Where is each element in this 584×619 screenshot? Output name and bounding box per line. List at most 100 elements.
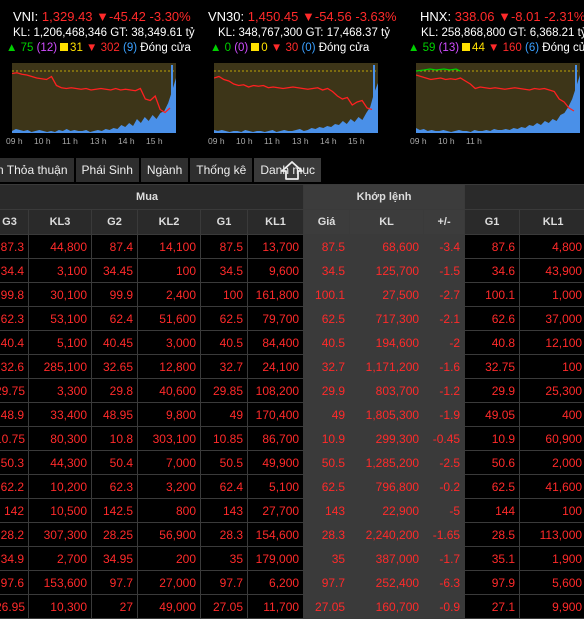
unchanged-count: 0 bbox=[261, 42, 268, 54]
table-cell: 10.8 bbox=[91, 426, 138, 451]
column-header[interactable]: KL2 bbox=[137, 209, 201, 235]
ceiling-count: (13) bbox=[438, 42, 460, 54]
table-cell: -6.3 bbox=[423, 570, 466, 595]
table-cell: 56,900 bbox=[137, 522, 201, 547]
table-cell: -1.9 bbox=[423, 402, 466, 427]
table-cell: 143 bbox=[303, 498, 351, 523]
table-cell: 53,100 bbox=[28, 306, 92, 331]
chart-x-label: 10 h bbox=[236, 136, 253, 146]
column-header[interactable]: +/- bbox=[423, 209, 466, 235]
column-header[interactable]: G1 bbox=[464, 209, 521, 235]
table-cell: 49 bbox=[200, 402, 248, 427]
down-arrow-icon: ▼ bbox=[96, 9, 110, 24]
table-cell: 62.6 bbox=[464, 306, 521, 331]
table-cell: 99.9 bbox=[91, 282, 138, 307]
table-cell: 252,400 bbox=[349, 570, 425, 595]
table-cell: 34.45 bbox=[91, 258, 138, 283]
column-header[interactable]: Giá bbox=[303, 209, 351, 235]
closing-volume-bar bbox=[575, 65, 577, 133]
table-cell: 51,600 bbox=[137, 306, 201, 331]
table-row[interactable]: 34.9 2,700 34.95 200 35 179,000 35 387,000 -1.7 3… bbox=[0, 546, 584, 571]
table-row[interactable]: 97.6 153,600 97.7 27,000 97.7 6,200 97.7 252,40… bbox=[0, 570, 584, 595]
down-arrow-icon: ▼ bbox=[302, 9, 315, 24]
table-row[interactable]: 26.9510,3002749,00027.0511,70027.05160,7… bbox=[0, 594, 584, 619]
table-cell: -2.5 bbox=[423, 450, 466, 475]
chart-x-label: 13 h bbox=[292, 136, 309, 146]
table-cell: -1.6 bbox=[423, 354, 466, 379]
table-cell: 35.1 bbox=[464, 546, 521, 571]
table-row[interactable]: 99.8 30,100 99.9 2,400 100 161,800 100.1 27,500… bbox=[0, 282, 584, 307]
table-row[interactable]: 34.4 3,100 34.45 100 34.5 9,600 34.5 125,700 -1.… bbox=[0, 258, 584, 283]
intraday-chart[interactable] bbox=[416, 63, 580, 133]
index-change: -8.01 bbox=[510, 9, 541, 24]
index-panel-vn30[interactable]: VN30: 1,450.45 ▼-54.56 -3.63% KL: 348,76… bbox=[205, 0, 405, 154]
column-header[interactable]: KL1 bbox=[246, 209, 305, 235]
table-cell: 25,300 bbox=[519, 378, 584, 403]
table-cell: 87.4 bbox=[91, 234, 138, 259]
table-cell: 60,900 bbox=[519, 426, 584, 451]
index-pct: -3.63% bbox=[355, 9, 397, 24]
table-cell: 1,285,200 bbox=[349, 450, 425, 475]
down-arrow-icon: ▼ bbox=[86, 42, 98, 54]
board-tabs: n Thỏa thuận Phái Sinh Ngành Thống kê Da… bbox=[0, 158, 323, 182]
table-cell: 62.5 bbox=[464, 474, 521, 499]
table-row[interactable]: 40.4 5,100 40.45 3,000 40.5 84,400 40.5 194,600… bbox=[0, 330, 584, 355]
table-row[interactable]: 50.3 44,300 50.4 7,000 50.5 49,900 50.5 1,285,2… bbox=[0, 450, 584, 475]
tab-nganh[interactable]: Ngành bbox=[140, 158, 189, 182]
index-panel-vni[interactable]: VNI: 1,329.43 ▼-45.42 -3.30% KL: 1,206,4… bbox=[0, 0, 200, 154]
column-header[interactable]: G2 bbox=[91, 209, 138, 235]
table-cell: 44,300 bbox=[28, 450, 92, 475]
table-cell: 27 bbox=[91, 594, 138, 619]
table-cell: 10,500 bbox=[28, 498, 92, 523]
tab-thoa-thuan[interactable]: n Thỏa thuận bbox=[0, 158, 74, 182]
table-row[interactable]: 62.3 53,100 62.4 51,600 62.5 79,700 62.5 717,30… bbox=[0, 306, 584, 331]
table-row[interactable]: 28.2 307,300 28.25 56,900 28.3 154,600 28.3 2,2… bbox=[0, 522, 584, 547]
table-row[interactable]: 62.2 10,200 62.3 3,200 62.4 5,100 62.5 796,800-… bbox=[0, 474, 584, 499]
column-header[interactable]: KL3 bbox=[28, 209, 92, 235]
tab-phai-sinh[interactable]: Phái Sinh bbox=[75, 158, 139, 182]
index-change: -54.56 bbox=[314, 9, 352, 24]
table-cell: 153,600 bbox=[28, 570, 92, 595]
table-cell: 50.5 bbox=[303, 450, 351, 475]
table-cell: 32.6 bbox=[0, 354, 29, 379]
table-cell: 6,200 bbox=[246, 570, 305, 595]
table-cell: 29.9 bbox=[464, 378, 521, 403]
intraday-chart[interactable] bbox=[214, 63, 378, 133]
table-cell: 27,700 bbox=[246, 498, 305, 523]
column-header[interactable]: KL1 bbox=[519, 209, 584, 235]
table-row[interactable]: 10.7580,30010.8303,10010.8586,70010.9299… bbox=[0, 426, 584, 451]
table-row[interactable]: 29.753,30029.840,60029.85108,20029.9803,… bbox=[0, 378, 584, 403]
column-header[interactable]: KL bbox=[349, 209, 425, 235]
table-cell: 13,700 bbox=[246, 234, 305, 259]
column-header[interactable]: G1 bbox=[200, 209, 248, 235]
floor-count: (9) bbox=[123, 42, 138, 54]
table-cell: -3.4 bbox=[423, 234, 466, 259]
table-cell: 32.65 bbox=[91, 354, 138, 379]
table-row[interactable]: 48.9 33,400 48.95 9,800 49 170,400 49 1,805,300… bbox=[0, 402, 584, 427]
chart-x-label: 15 h bbox=[348, 136, 365, 146]
index-value: 1,450.45 bbox=[247, 9, 299, 24]
column-header[interactable]: G3 bbox=[0, 209, 29, 235]
intraday-chart[interactable] bbox=[12, 63, 176, 133]
table-cell: -2.1 bbox=[423, 306, 466, 331]
table-cell: 50.6 bbox=[464, 450, 521, 475]
table-cell: -1.7 bbox=[423, 546, 466, 571]
table-row[interactable]: 87.3 44,800 87.4 14,100 87.5 13,700 87.5 68,600… bbox=[0, 234, 584, 259]
table-cell: 33,400 bbox=[28, 402, 92, 427]
table-cell: 97.7 bbox=[200, 570, 248, 595]
buy-group-header: Mua bbox=[0, 184, 305, 210]
index-panel-hnx[interactable]: HNX: 338.06 ▼-8.01 -2.31% KL: 258,868,80… bbox=[408, 0, 584, 154]
table-cell: 34.5 bbox=[200, 258, 248, 283]
table-cell: 68,600 bbox=[349, 234, 425, 259]
table-row[interactable]: 142 10,500 142.5 800 143 27,700 143 22,900 -5 144… bbox=[0, 498, 584, 523]
up-arrow-icon: ▲ bbox=[210, 42, 222, 54]
table-cell: 1,000 bbox=[519, 282, 584, 307]
down-arrow-icon: ▼ bbox=[488, 42, 500, 54]
table-cell: 62.3 bbox=[91, 474, 138, 499]
table-cell: 3,200 bbox=[137, 474, 201, 499]
unchanged-square-icon bbox=[462, 43, 471, 51]
tab-thong-ke[interactable]: Thống kê bbox=[190, 158, 253, 182]
table-cell: 29.75 bbox=[0, 378, 29, 403]
table-row[interactable]: 32.6 285,100 32.65 12,800 32.7 24,100 32.7 1,17… bbox=[0, 354, 584, 379]
home-icon[interactable] bbox=[278, 157, 306, 183]
